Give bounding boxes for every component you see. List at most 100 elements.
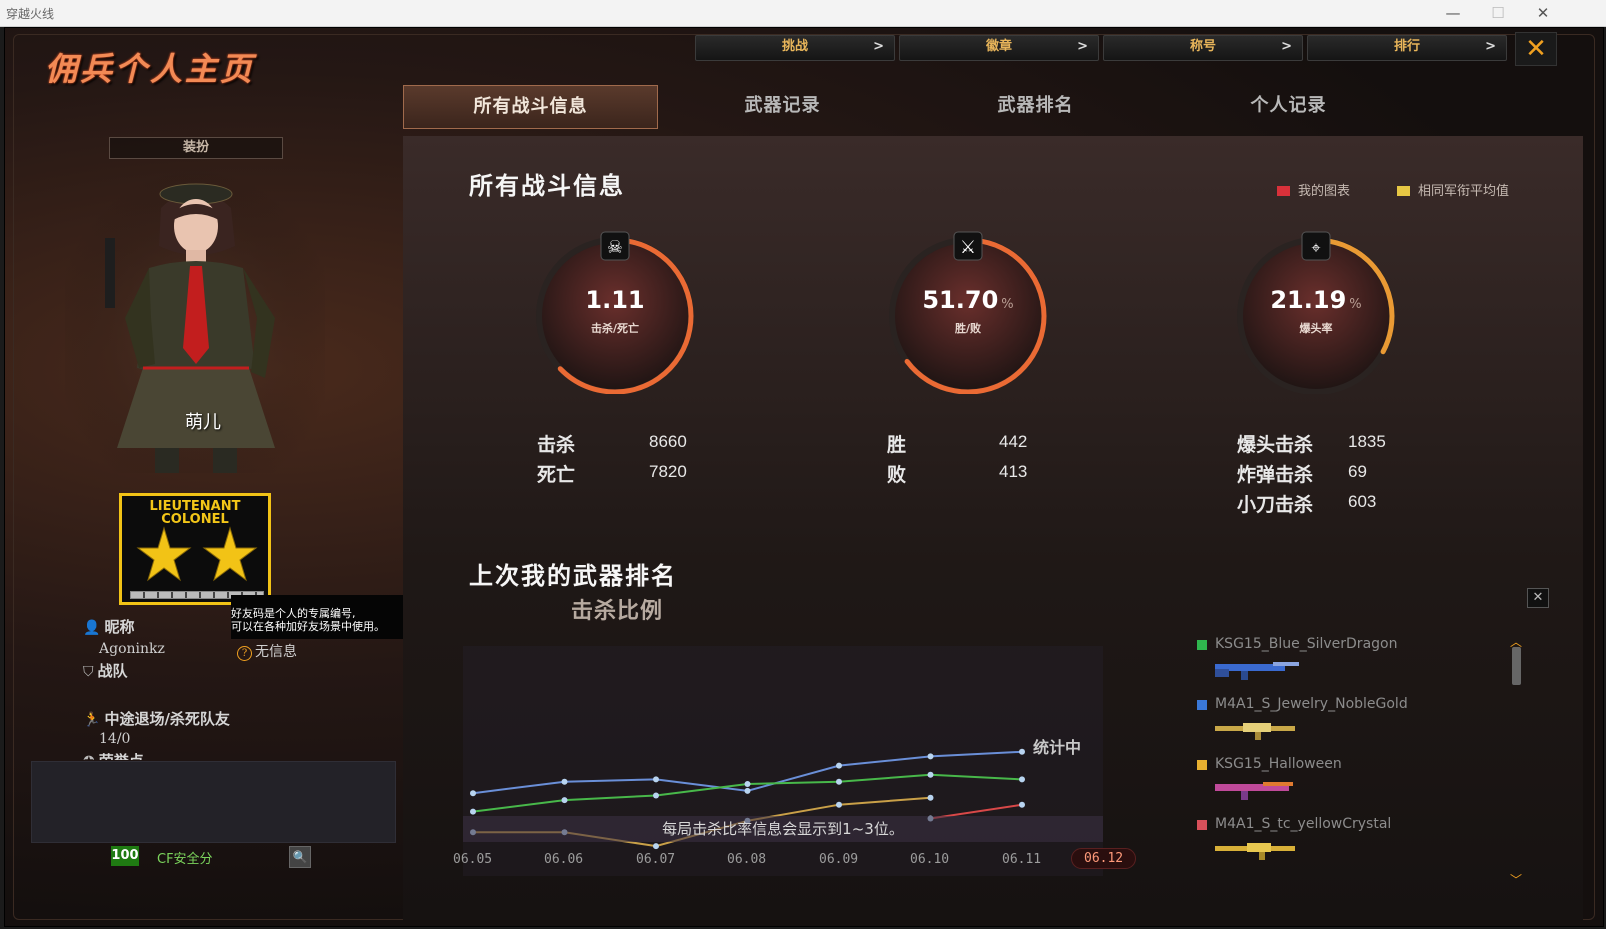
character-name: 萌儿: [185, 412, 221, 433]
search-button[interactable]: 🔍: [289, 846, 311, 868]
stat-computing-label: 统计中: [1033, 738, 1082, 757]
search-icon: 🔍: [292, 850, 308, 864]
date-item[interactable]: 06.07: [636, 852, 675, 867]
win-value: 442: [999, 432, 1028, 451]
date-item[interactable]: 06.05: [453, 852, 492, 867]
close-window-button[interactable]: ✕: [1520, 1, 1566, 25]
gauge-winrate-value: 51.70%: [888, 286, 1048, 314]
gauge-kd-value: 1.11: [535, 286, 695, 314]
safety-label: CF安全分: [157, 852, 213, 867]
weapon-color-swatch: [1197, 820, 1207, 830]
gauge-winrate: ⚔ 51.70% 胜/败: [888, 224, 1048, 395]
weapon-color-swatch: [1197, 760, 1207, 770]
quit-row: 🏃 中途退场/杀死队友: [83, 708, 230, 729]
honor-label: 荣誉点: [99, 752, 144, 760]
top-tab-label: 称号: [1189, 39, 1216, 54]
star-rank-icon: [136, 526, 258, 582]
weapon-ranking-title: 上次我的武器排名: [469, 562, 677, 590]
weapon-list-scrollbar[interactable]: ︿ ﹀: [1510, 635, 1522, 887]
minimize-button[interactable]: —: [1430, 1, 1476, 25]
window-titlebar: 穿越火线 — ☐ ✕: [0, 0, 1606, 27]
bomb-value: 69: [1348, 462, 1367, 481]
date-item[interactable]: 06.09: [819, 852, 858, 867]
top-tab-ranking[interactable]: 排行 >: [1307, 35, 1507, 61]
top-tab-label: 徽章: [985, 39, 1012, 54]
svg-text:⌖: ⌖: [1311, 238, 1320, 257]
top-tab-label: 挑战: [781, 39, 808, 54]
safety-score: 100: [111, 846, 139, 866]
rank-text: LIEUTENANT COLONEL: [122, 500, 268, 526]
top-tab-challenge[interactable]: 挑战 >: [695, 35, 895, 61]
knife-label: 小刀击杀: [1237, 494, 1314, 516]
chevron-right-icon: >: [1485, 39, 1496, 54]
legend-mine-label: 我的图表: [1298, 184, 1351, 199]
gauge-headshot: ⌖ 21.19% 爆头率: [1236, 224, 1396, 395]
close-weapon-panel-button[interactable]: ✕: [1527, 588, 1549, 608]
scroll-thumb[interactable]: [1512, 647, 1521, 685]
close-icon: ✕: [1532, 590, 1544, 605]
nickname-row: 👤 昵称: [83, 616, 134, 637]
lose-label: 败: [887, 464, 907, 486]
tab-all-battle-info[interactable]: 所有战斗信息: [403, 85, 658, 129]
battle-info-panel: 所有战斗信息 我的图表 相同军衔平均值 ☠ 1.11 击杀/死亡 ⚔ 51.70…: [403, 136, 1583, 920]
top-tab-badge[interactable]: 徽章 >: [899, 35, 1099, 61]
chart-point: [561, 778, 568, 785]
panel-title: 所有战斗信息: [469, 172, 625, 200]
chevron-right-icon: >: [1077, 39, 1088, 54]
chart-point: [927, 753, 934, 760]
chart-point: [836, 778, 842, 785]
team-row: ⛉ 战队: [83, 660, 128, 681]
chart-point: [470, 808, 476, 815]
gauge-unit: %: [1001, 297, 1014, 312]
headshot-label: 爆头击杀: [1237, 434, 1314, 456]
chart-point: [1019, 748, 1025, 755]
shotgun-icon: [1215, 782, 1293, 800]
weapon-item[interactable]: KSG15_Blue_SilverDragon: [1197, 636, 1517, 696]
gauge-headshot-value: 21.19%: [1236, 286, 1396, 314]
legend-avg-label: 相同军衔平均值: [1418, 184, 1510, 199]
chart-note: 每局击杀比率信息会显示到1~3位。: [463, 816, 1103, 842]
close-page-button[interactable]: ✕: [1515, 32, 1557, 66]
top-tab-title[interactable]: 称号 >: [1103, 35, 1303, 61]
date-item[interactable]: 06.11: [1002, 852, 1041, 867]
weapon-color-swatch: [1197, 640, 1207, 650]
date-item[interactable]: 06.06: [544, 852, 583, 867]
weapon-item[interactable]: M4A1_S_tc_yellowCrystal: [1197, 816, 1517, 876]
svg-text:⚔: ⚔: [960, 237, 976, 258]
quit-value: 14/0: [99, 731, 131, 747]
chart-point: [1019, 776, 1025, 783]
kill-label: 击杀: [537, 434, 576, 456]
tab-weapon-ranking[interactable]: 武器排名: [909, 85, 1162, 127]
chart-point: [836, 762, 842, 769]
shield-icon: ⛉: [83, 664, 94, 680]
quit-label: 中途退场/杀死队友: [104, 710, 230, 728]
date-item-active[interactable]: 06.12: [1071, 848, 1137, 869]
chart-point: [744, 781, 751, 787]
date-item[interactable]: 06.10: [910, 852, 949, 867]
app-window: 佣兵个人主页 挑战 > 徽章 > 称号 > 排行 > ✕ 所有战斗信息 武器记录 武器排…: [4, 27, 1604, 927]
weapon-item[interactable]: M4A1_S_Jewelry_NobleGold: [1197, 696, 1517, 756]
tab-weapon-record[interactable]: 武器记录: [656, 85, 909, 127]
dress-button[interactable]: 装扮: [109, 137, 283, 159]
person-icon: 👤: [83, 620, 101, 636]
gauge-kd: ☠ 1.11 击杀/死亡: [535, 224, 695, 395]
date-item[interactable]: 06.08: [727, 852, 766, 867]
chevron-right-icon: >: [873, 39, 884, 54]
friend-code-value: 无信息: [255, 644, 297, 660]
legend-mine: 我的图表: [1277, 180, 1350, 199]
chart-point: [1019, 801, 1025, 808]
tab-personal-record[interactable]: 个人记录: [1162, 85, 1415, 127]
weapon-item[interactable]: KSG15_Halloween: [1197, 756, 1517, 816]
chart-point: [561, 797, 568, 804]
chevron-right-icon: >: [1281, 39, 1292, 54]
help-icon[interactable]: ?: [237, 646, 252, 661]
close-icon: ✕: [1525, 34, 1547, 64]
chart-point: [836, 801, 842, 808]
maximize-button[interactable]: ☐: [1475, 1, 1521, 25]
chart-point: [927, 771, 934, 778]
legend-avg: 相同军衔平均值: [1397, 180, 1509, 199]
svg-text:☠: ☠: [607, 237, 623, 258]
scroll-down-icon[interactable]: ﹀: [1510, 871, 1522, 888]
gauge-kd-label: 击杀/死亡: [590, 322, 640, 335]
sub-tabs: 所有战斗信息 武器记录 武器排名 个人记录: [403, 85, 1583, 129]
